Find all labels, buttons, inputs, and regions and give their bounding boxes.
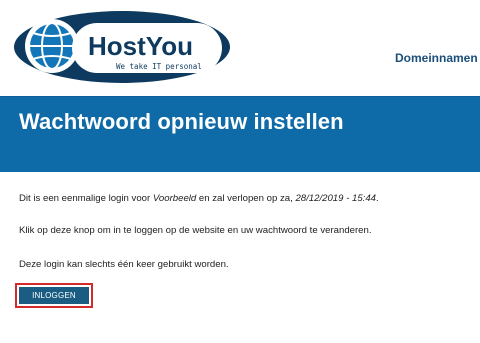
expiry-notice: Dit is een eenmalige login voor Voorbeel… — [19, 193, 379, 204]
logo-tagline: We take IT personal — [116, 62, 202, 71]
expiry-text-start: Dit is een eenmalige login voor — [19, 193, 153, 204]
hostyou-logo[interactable]: HostYou We take IT personal — [14, 11, 230, 83]
page-title: Wachtwoord opnieuw instellen — [19, 109, 344, 134]
nav-domains[interactable]: Domeinnamen — [395, 51, 478, 65]
expiry-date: 28/12/2019 - 15:44 — [295, 193, 377, 204]
site-name: Voorbeeld — [152, 193, 197, 204]
expiry-text-middle: en zal verlopen op za, — [196, 193, 296, 204]
logo-wordmark: HostYou — [88, 31, 193, 61]
site-header: HostYou We take IT personal Domeinnamen — [0, 0, 480, 96]
single-use-notice: Deze login kan slechts één keer gebruikt… — [19, 259, 229, 270]
instruction-text: Klik op deze knop om in te loggen op de … — [19, 225, 372, 236]
expiry-text-end: . — [376, 193, 379, 204]
login-button[interactable]: INLOGGEN — [19, 287, 89, 304]
